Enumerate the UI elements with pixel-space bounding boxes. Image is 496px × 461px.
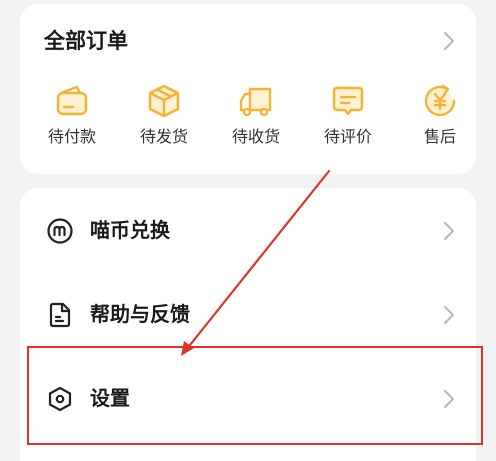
package-icon [148,84,180,118]
orders-card: 全部订单 待付款 待发货 待收货 待评价 售后 [20,4,476,174]
order-after-sales-label: 售后 [423,127,456,146]
order-pending-receipt[interactable]: 待收货 [216,82,296,158]
menu-item-meow-coin-exchange-label: 喵币兑换 [90,218,170,242]
order-pending-receipt-label: 待收货 [231,127,280,146]
all-orders-header[interactable]: 全部订单 [44,24,454,58]
meow-coin-icon [47,218,73,244]
chevron-right-icon [444,390,454,408]
menu-item-help-feedback-label: 帮助与反馈 [90,302,190,326]
document-icon [49,302,71,328]
menu-item-settings-label: 设置 [90,386,130,410]
chevron-right-icon [444,306,454,324]
comment-icon [332,86,364,116]
menu-item-meow-coin-exchange[interactable]: 喵币兑换 [20,188,476,272]
order-pending-shipment-label: 待发货 [139,127,188,146]
account-page: 全部订单 待付款 待发货 待收货 待评价 售后 喵币兑换 帮助与反馈 设置 [0,0,496,461]
order-pending-review-label: 待评价 [323,127,372,146]
yen-refund-icon [424,84,456,117]
chevron-right-icon [444,222,454,240]
truck-icon [239,87,272,117]
menu-item-help-feedback[interactable]: 帮助与反馈 [20,272,476,356]
order-pending-review[interactable]: 待评价 [308,82,388,158]
menu-item-settings[interactable]: 设置 [20,356,476,440]
order-pending-shipment[interactable]: 待发货 [124,82,204,158]
all-orders-title: 全部订单 [44,29,128,53]
order-after-sales[interactable]: 售后 [400,82,480,158]
wallet-icon [56,85,88,116]
order-status-bar: 待付款 待发货 待收货 待评价 售后 [32,82,464,162]
order-pending-payment[interactable]: 待付款 [32,82,112,158]
order-pending-payment-label: 待付款 [47,127,96,146]
chevron-right-icon [444,32,454,50]
menu-card: 喵币兑换 帮助与反馈 设置 [20,188,476,461]
hexagon-settings-icon [48,386,72,412]
